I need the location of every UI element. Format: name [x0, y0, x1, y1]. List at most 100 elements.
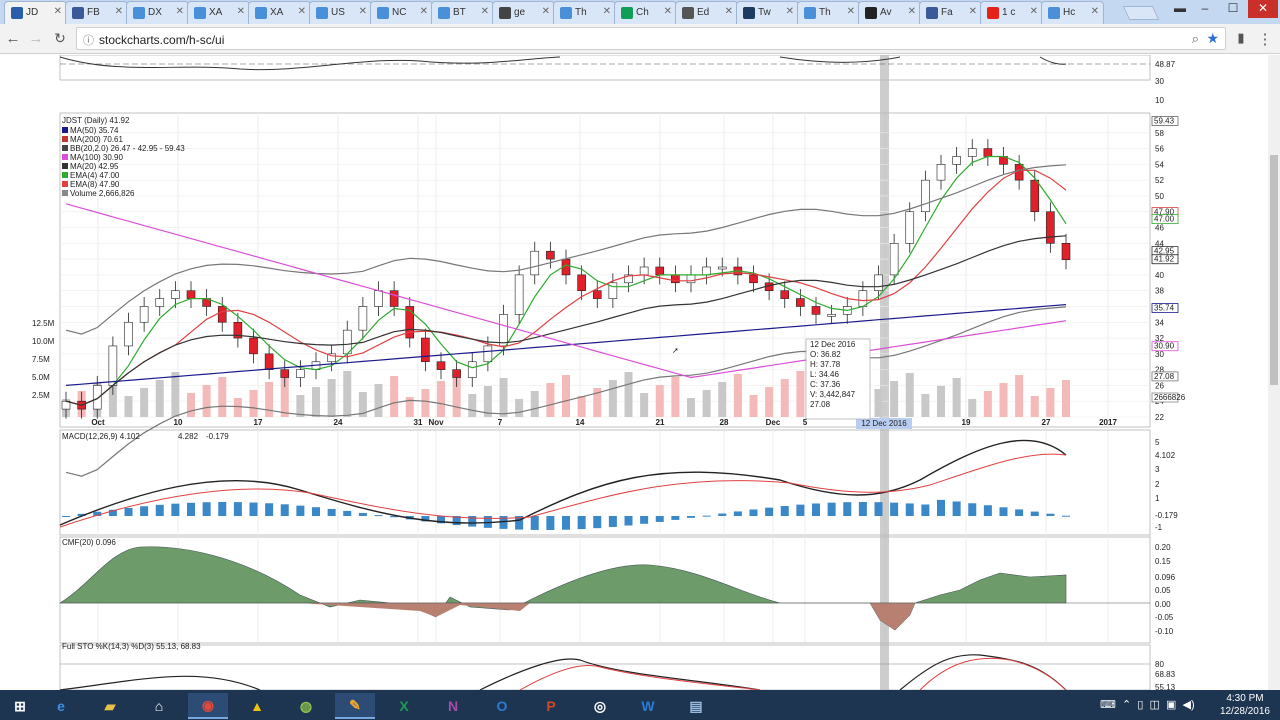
volume-bar: [421, 389, 430, 417]
tab-14[interactable]: Av ✕: [858, 1, 921, 24]
tab-17[interactable]: Hc ✕: [1041, 1, 1104, 24]
tab-5[interactable]: US ✕: [309, 1, 372, 24]
onenote-icon[interactable]: N: [433, 693, 473, 719]
tab-16[interactable]: 1 c ✕: [980, 1, 1043, 24]
macd-hist-bar: [155, 504, 164, 516]
stockchart-area[interactable]: Oct 10 17 24 31 Nov 7 14 21 28 Dec 5 19 27 2017 12 Dec …: [0, 54, 1280, 692]
tab-close-icon[interactable]: ✕: [908, 6, 916, 17]
obs-icon[interactable]: ◎: [580, 693, 620, 719]
tab-9[interactable]: Th ✕: [553, 1, 616, 24]
google-drive-icon[interactable]: ▲: [237, 693, 277, 719]
reload-icon[interactable]: ↻: [51, 30, 69, 47]
menu-icon[interactable]: ⋮: [1256, 30, 1274, 48]
tab-close-icon[interactable]: ✕: [176, 6, 184, 17]
minimize-button[interactable]: –: [1192, 0, 1218, 18]
tab-8[interactable]: ge ✕: [492, 1, 555, 24]
tab-7[interactable]: BT ✕: [431, 1, 494, 24]
tab-15[interactable]: Fa ✕: [919, 1, 982, 24]
candle-body: [749, 274, 758, 284]
tab-6[interactable]: NC ✕: [370, 1, 433, 24]
volume-bar: [796, 371, 805, 417]
word-icon[interactable]: W: [628, 693, 668, 719]
new-tab-button[interactable]: [1122, 6, 1160, 20]
volume-bar: [124, 396, 133, 417]
tab-3[interactable]: XA ✕: [187, 1, 250, 24]
scrollbar-thumb[interactable]: [1270, 155, 1278, 385]
volume-bar: [608, 380, 617, 417]
tab-close-icon[interactable]: ✕: [1091, 6, 1099, 17]
arrow-right-icon[interactable]: →: [27, 30, 45, 47]
tab-0[interactable]: JD ✕: [4, 1, 67, 24]
macd-hist-bar: [1062, 515, 1070, 517]
tab-close-icon[interactable]: ✕: [298, 6, 306, 17]
tab-close-icon[interactable]: ✕: [786, 6, 794, 17]
tab-4[interactable]: XA ✕: [248, 1, 311, 24]
windows-start-icon[interactable]: ⊞: [0, 693, 40, 719]
macd-hist-bar: [890, 502, 899, 516]
address-bar[interactable]: ⓘ stockcharts.com/h-sc/ui ⌕ ★: [76, 27, 1226, 50]
tab-close-icon[interactable]: ✕: [725, 6, 733, 17]
internet-explorer-icon[interactable]: e: [41, 693, 81, 719]
close-window-button[interactable]: ✕: [1248, 0, 1278, 18]
candle-body: [374, 290, 383, 307]
star-icon[interactable]: ★: [1206, 30, 1219, 47]
excel-icon[interactable]: X: [384, 693, 424, 719]
macd-hist-bar: [843, 502, 852, 516]
tab-close-icon[interactable]: ✕: [1030, 6, 1038, 17]
x-tick-label: 31: [414, 418, 423, 427]
volume-axis-tick: 12.5M: [32, 319, 55, 328]
profile-icon[interactable]: ▬: [1170, 0, 1190, 18]
chrome-icon[interactable]: ◉: [188, 693, 228, 719]
tab-13[interactable]: Th ✕: [797, 1, 860, 24]
tab-close-icon[interactable]: ✕: [420, 6, 428, 17]
volume-bar: [374, 384, 383, 417]
candle-body: [546, 250, 555, 260]
vertical-scrollbar[interactable]: [1268, 55, 1280, 690]
bb-upper-line: [65, 164, 1067, 335]
upper-axis-tick: 30: [1155, 77, 1164, 86]
tab-close-icon[interactable]: ✕: [847, 6, 855, 17]
volume-bar: [640, 393, 649, 417]
tab-close-icon[interactable]: ✕: [237, 6, 245, 17]
tab-close-icon[interactable]: ✕: [542, 6, 550, 17]
candle-body: [780, 290, 790, 299]
tab-12[interactable]: Tw ✕: [736, 1, 799, 24]
paint-icon[interactable]: ✎: [335, 693, 375, 719]
system-tray[interactable]: ⌨ ⌃ ▯ ◫ ▣ ◀): [1100, 698, 1195, 711]
tab-close-icon[interactable]: ✕: [481, 6, 489, 17]
tab-close-icon[interactable]: ✕: [359, 6, 367, 17]
powerpoint-icon[interactable]: P: [531, 693, 571, 719]
candle-body: [717, 266, 727, 270]
candle-body: [827, 314, 836, 317]
tab-1[interactable]: FB ✕: [65, 1, 128, 24]
macd-hist-bar: [218, 502, 227, 516]
macd-hist-bar: [858, 502, 867, 516]
search-icon[interactable]: ⌕: [1192, 31, 1199, 47]
tab-10[interactable]: Ch ✕: [614, 1, 677, 24]
tab-close-icon[interactable]: ✕: [969, 6, 977, 17]
tab-11[interactable]: Ed ✕: [675, 1, 738, 24]
notepad-icon[interactable]: ▤: [676, 693, 716, 719]
arrow-left-icon[interactable]: ←: [4, 30, 22, 47]
volume-bar: [968, 399, 977, 417]
tab-close-icon[interactable]: ✕: [115, 6, 123, 17]
macd-panel: [59, 429, 1151, 536]
home-icon[interactable]: ⌂: [139, 693, 179, 719]
tab-close-icon[interactable]: ✕: [54, 6, 62, 17]
volume-bar: [343, 371, 352, 417]
outlook-icon[interactable]: O: [482, 693, 522, 719]
volume-bar: [312, 387, 320, 417]
x-tick-label: 10: [174, 418, 183, 427]
maximize-button[interactable]: ☐: [1220, 0, 1246, 18]
android-icon[interactable]: ◍: [286, 693, 326, 719]
tab-2[interactable]: DX ✕: [126, 1, 189, 24]
info-icon[interactable]: ⓘ: [83, 32, 94, 48]
tab-favicon-icon: [316, 7, 328, 19]
extension-icon[interactable]: ▮: [1232, 30, 1250, 46]
file-explorer-icon[interactable]: ▰: [90, 693, 130, 719]
clock[interactable]: 4:30 PM 12/28/2016: [1220, 692, 1270, 718]
tab-close-icon[interactable]: ✕: [664, 6, 672, 17]
tab-close-icon[interactable]: ✕: [603, 6, 611, 17]
candle-body: [921, 179, 930, 213]
candle-body: [124, 321, 133, 347]
